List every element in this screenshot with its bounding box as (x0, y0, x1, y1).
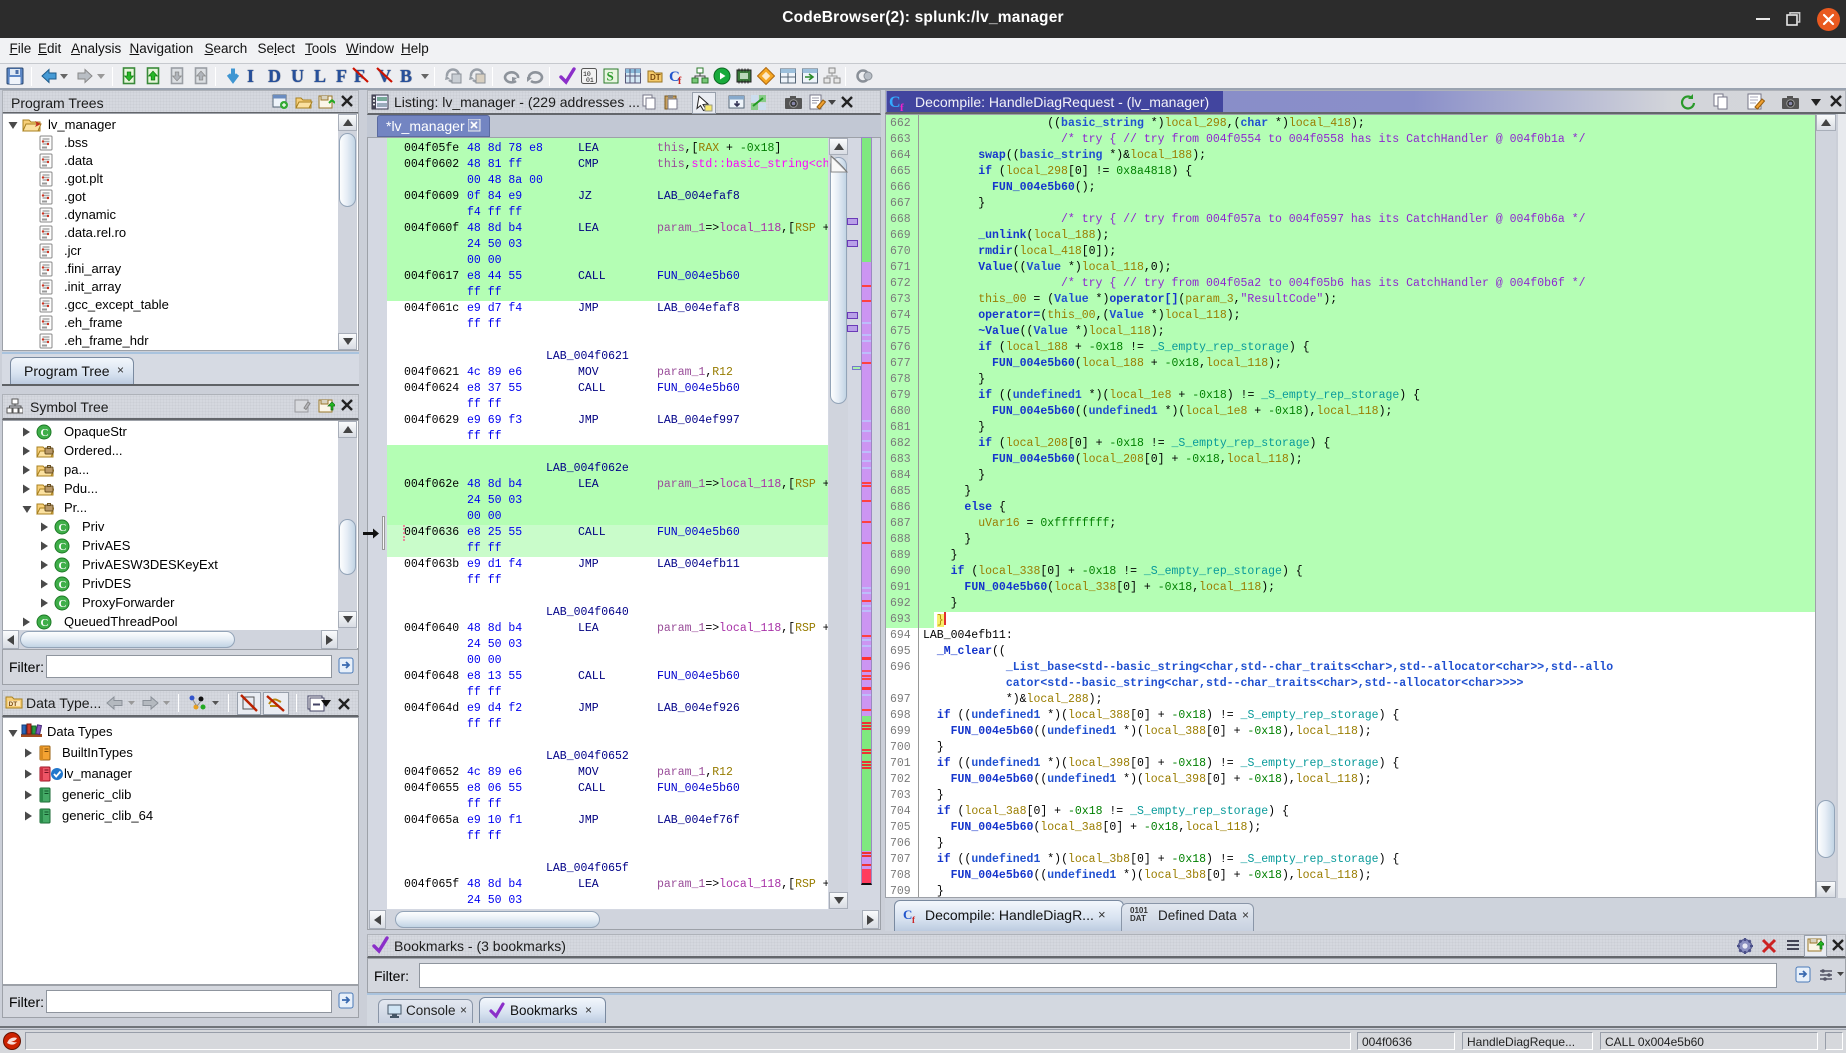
svg-text:f: f (912, 915, 916, 924)
svg-text:C: C (41, 617, 49, 629)
svg-text:f: f (900, 102, 904, 112)
svg-text:C: C (903, 907, 912, 922)
svg-text:DT: DT (650, 73, 661, 82)
svg-text:C: C (59, 560, 67, 572)
svg-text:C: C (59, 522, 67, 534)
svg-text:C: C (59, 579, 67, 591)
svg-text:C: C (59, 541, 67, 553)
svg-text:C: C (59, 598, 67, 610)
svg-text:C: C (41, 427, 49, 439)
svg-text:DT: DT (9, 701, 18, 708)
svg-text:f: f (678, 76, 682, 85)
svg-text:C: C (889, 94, 901, 111)
svg-text:S: S (607, 69, 614, 84)
svg-text:01: 01 (586, 77, 594, 84)
